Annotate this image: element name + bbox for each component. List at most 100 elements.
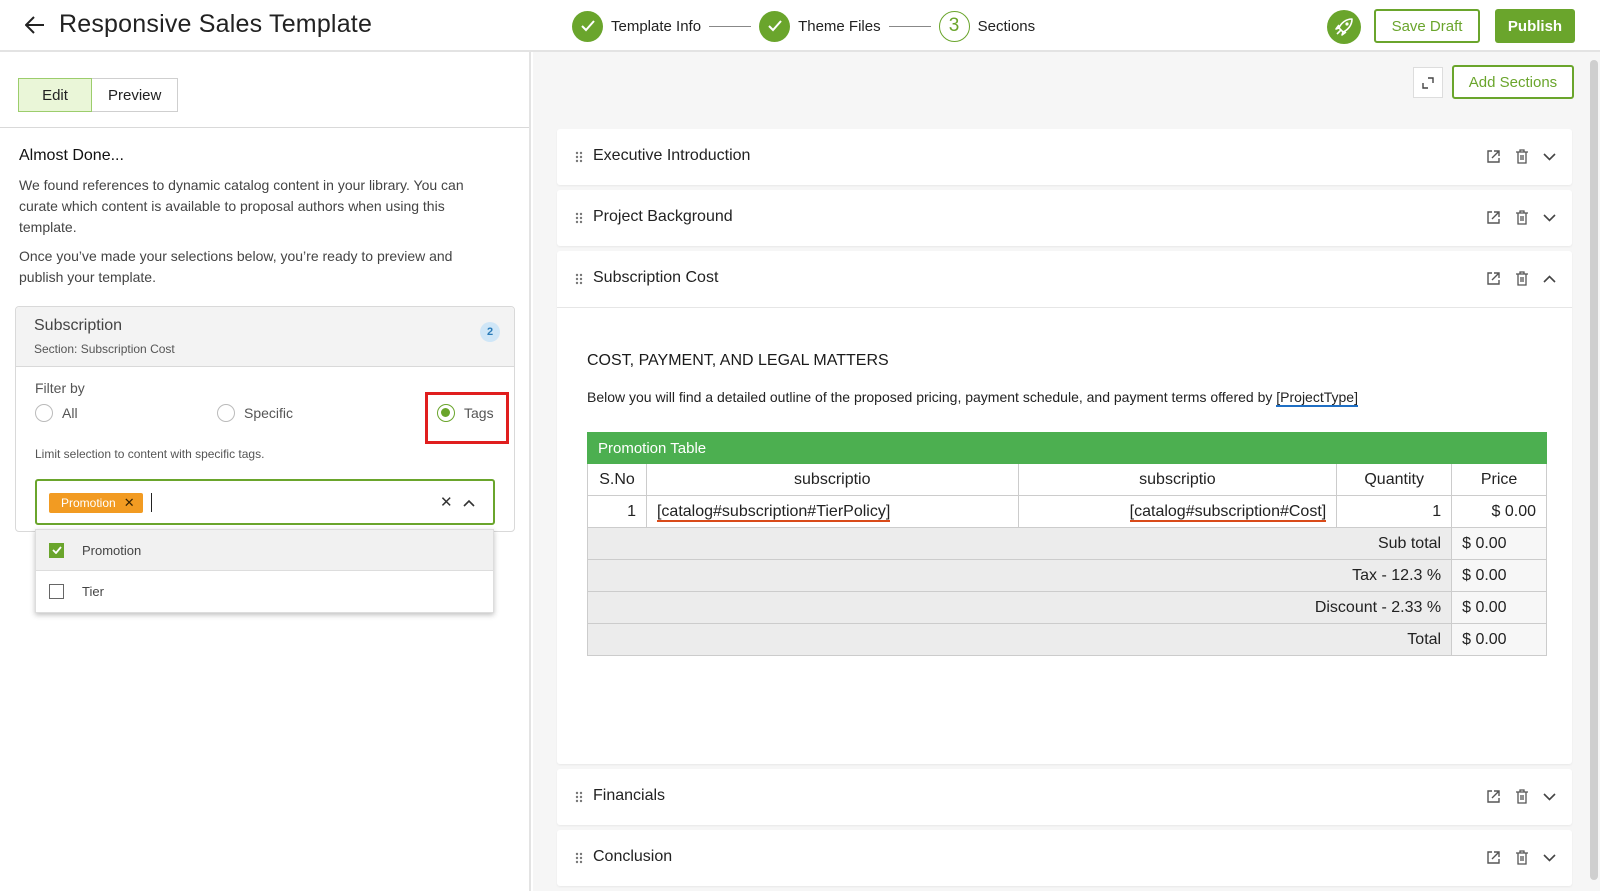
edit-preview-toggle: Edit Preview — [18, 78, 178, 112]
check-icon — [759, 10, 791, 42]
instructions-text: Once you’ve made your selections below, … — [19, 248, 453, 285]
section-header[interactable]: Conclusion — [557, 830, 1572, 886]
card-title: Subscription — [34, 317, 123, 334]
promotion-table: Promotion Table S.No subscriptio subscri… — [586, 432, 1547, 656]
summary-value: $ 0.00 — [1451, 559, 1547, 592]
tag-select-input[interactable]: Promotion ✕ ✕ — [35, 479, 495, 525]
summary-row: Sub total $ 0.00 — [586, 527, 1547, 560]
summary-value: $ 0.00 — [1451, 527, 1547, 560]
step-theme-files[interactable]: Theme Files — [759, 10, 881, 42]
step-connector — [709, 25, 752, 27]
summary-value: $ 0.00 — [1451, 591, 1547, 624]
drag-handle-icon[interactable] — [575, 150, 583, 168]
add-sections-button[interactable]: Add Sections — [1452, 65, 1574, 99]
trash-icon[interactable] — [1515, 271, 1529, 286]
section-conclusion: Conclusion — [557, 830, 1572, 886]
section-header[interactable]: Financials — [557, 769, 1572, 825]
table-title: Promotion Table — [587, 432, 1547, 464]
section-header[interactable]: Executive Introduction — [557, 129, 1572, 185]
preview-tab[interactable]: Preview — [92, 78, 178, 112]
back-arrow-icon[interactable] — [20, 12, 50, 38]
open-external-icon[interactable] — [1486, 271, 1501, 286]
drag-handle-icon[interactable] — [575, 790, 583, 808]
table-cell: [catalog#subscription#TierPolicy] — [645, 495, 1019, 528]
open-external-icon[interactable] — [1486, 850, 1501, 865]
project-type-variable[interactable]: [ProjectType] — [1276, 389, 1358, 407]
publish-button[interactable]: Publish — [1495, 9, 1575, 43]
section-title: Financials — [593, 787, 666, 804]
chevron-up-icon[interactable] — [1543, 274, 1556, 283]
step-sections[interactable]: 3 Sections — [938, 10, 1036, 42]
card-header[interactable]: Subscription Section: Subscription Cost … — [16, 307, 514, 367]
section-subscription-cost: Subscription Cost COST, PAYMENT, AND LEG… — [557, 251, 1572, 764]
chevron-down-icon[interactable] — [1543, 853, 1556, 862]
column-header: subscriptio — [1017, 463, 1338, 496]
radio-circle-icon — [217, 404, 235, 422]
dropdown-option-promotion[interactable]: Promotion — [36, 530, 493, 571]
step-number: 3 — [938, 10, 970, 42]
checkbox-icon[interactable] — [49, 584, 64, 599]
panel-heading: Almost Done... — [19, 147, 124, 164]
table-header-row: S.No subscriptio subscriptio Quantity Pr… — [587, 463, 1547, 496]
drag-handle-icon[interactable] — [575, 851, 583, 869]
step-template-info[interactable]: Template Info — [572, 10, 701, 42]
open-external-icon[interactable] — [1486, 789, 1501, 804]
option-label: Tier — [82, 584, 104, 599]
section-header[interactable]: Subscription Cost — [557, 251, 1572, 307]
catalog-variable[interactable]: [catalog#subscription#TierPolicy] — [656, 502, 891, 522]
trash-icon[interactable] — [1515, 210, 1529, 225]
column-header: S.No — [587, 463, 647, 496]
limit-helper-text: Limit selection to content with specific… — [35, 447, 265, 461]
catalog-variable[interactable]: [catalog#subscription#Cost] — [1129, 502, 1327, 522]
section-header[interactable]: Project Background — [557, 190, 1572, 246]
paragraph-text: Below you will find a detailed outline o… — [587, 389, 1277, 405]
open-external-icon[interactable] — [1486, 149, 1501, 164]
table-cell: 1 — [587, 495, 647, 528]
table-cell: $ 0.00 — [1451, 495, 1547, 528]
check-icon — [572, 10, 603, 42]
summary-label: Discount - 2.33 % — [586, 591, 1453, 624]
intro-text: We found references to dynamic catalog c… — [19, 177, 464, 235]
scrollbar[interactable] — [1590, 60, 1598, 880]
filter-label: Filter by — [35, 380, 85, 396]
content-paragraph: Below you will find a detailed outline o… — [587, 389, 1358, 407]
trash-icon[interactable] — [1515, 149, 1529, 164]
chip-label: Promotion — [61, 496, 116, 510]
section-executive-introduction: Executive Introduction — [557, 129, 1572, 185]
step-connector — [888, 25, 931, 27]
summary-row: Total $ 0.00 — [586, 623, 1547, 656]
radio-label: All — [62, 405, 78, 421]
table-title-row: Promotion Table — [587, 432, 1547, 464]
column-header: Quantity — [1336, 463, 1453, 496]
save-draft-button[interactable]: Save Draft — [1374, 9, 1480, 43]
section-body: COST, PAYMENT, AND LEGAL MATTERS Below y… — [557, 307, 1572, 763]
tag-dropdown: Promotion Tier — [35, 529, 494, 613]
chip-remove-icon[interactable]: ✕ — [124, 495, 135, 511]
clear-icon[interactable]: ✕ — [440, 493, 453, 511]
content-heading: COST, PAYMENT, AND LEGAL MATTERS — [587, 352, 889, 369]
trash-icon[interactable] — [1515, 789, 1529, 804]
chevron-down-icon[interactable] — [1543, 792, 1556, 801]
trash-icon[interactable] — [1515, 850, 1529, 865]
summary-label: Total — [586, 623, 1453, 656]
radio-specific[interactable]: Specific — [217, 404, 293, 422]
section-title: Conclusion — [593, 848, 673, 865]
summary-row: Tax - 12.3 % $ 0.00 — [586, 559, 1547, 592]
checkbox-checked-icon[interactable] — [49, 542, 64, 558]
chevron-down-icon[interactable] — [1543, 152, 1556, 161]
edit-tab[interactable]: Edit — [18, 78, 92, 112]
drag-handle-icon[interactable] — [575, 211, 583, 229]
open-external-icon[interactable] — [1486, 210, 1501, 225]
section-title: Executive Introduction — [593, 147, 751, 164]
page-title: Responsive Sales Template — [59, 10, 373, 38]
card-section-label: Section: Subscription Cost — [34, 342, 175, 356]
dropdown-option-tier[interactable]: Tier — [36, 571, 493, 612]
expand-icon[interactable] — [1413, 67, 1443, 98]
drag-handle-icon[interactable] — [575, 272, 583, 290]
step-label: Sections — [977, 17, 1036, 35]
chevron-up-icon[interactable] — [463, 494, 475, 512]
rocket-icon[interactable] — [1327, 10, 1361, 44]
chevron-down-icon[interactable] — [1543, 213, 1556, 222]
radio-all[interactable]: All — [35, 404, 78, 422]
summary-row: Discount - 2.33 % $ 0.00 — [586, 591, 1547, 624]
